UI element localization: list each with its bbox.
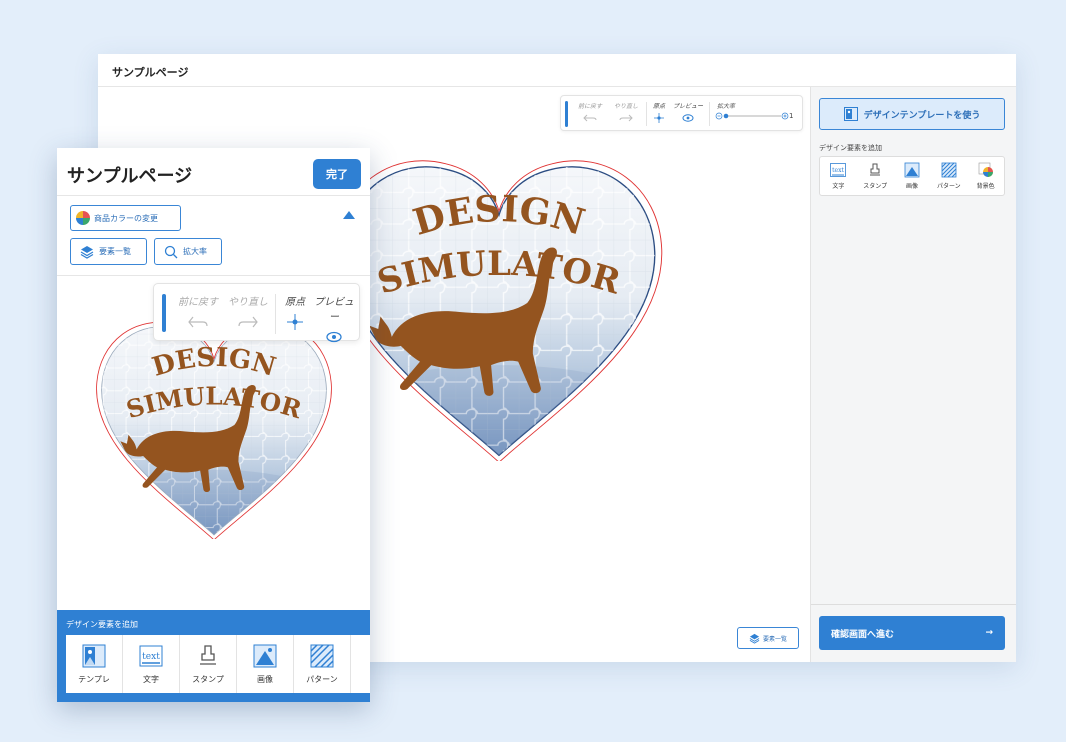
toolbar-divider (709, 102, 710, 126)
add-stamp-button[interactable]: スタンプ (180, 635, 237, 693)
undo-label: 前に戻す (178, 297, 218, 308)
origin-label: 原点 (652, 103, 665, 110)
heart-puzzle-design[interactable]: DESIGN SIMULATOR (326, 145, 672, 461)
add-text-label: 文字 (143, 674, 159, 684)
text-icon: text (830, 163, 847, 177)
add-elements-row: テンプレ text 文字 スタンプ 画像 パターン (66, 635, 370, 693)
collapse-caret-icon[interactable] (343, 211, 355, 219)
redo-icon (619, 114, 633, 122)
add-text-button[interactable]: text 文字 (820, 157, 857, 195)
mobile-heart-puzzle-design[interactable]: DESIGN SIMULATOR (90, 311, 338, 539)
toolbar-accent-bar (565, 101, 568, 127)
undo-icon (583, 114, 597, 122)
search-icon (164, 245, 178, 258)
elements-list-label: 要素一覧 (762, 635, 787, 643)
toolbar-divider (275, 294, 276, 334)
desktop-sidebar: デザインテンプレートを使う デザイン要素を追加 text 文字 スタンプ 画像 … (810, 87, 1016, 662)
eye-icon (682, 114, 694, 122)
mobile-origin-button[interactable]: 原点 (281, 293, 309, 330)
add-template-label: テンプレ (78, 674, 110, 684)
add-pattern-label: パターン (936, 183, 961, 190)
change-color-label: 商品カラーの変更 (94, 213, 158, 223)
text-icon: text (139, 645, 163, 666)
zoom-value: 1 (789, 112, 794, 120)
proceed-label: 確認画面へ進む (831, 629, 895, 640)
preview-button[interactable]: プレビュー (673, 101, 703, 123)
add-text-label: 文字 (832, 183, 845, 190)
add-pattern-button[interactable]: パターン (930, 157, 967, 195)
add-bgcolor-label: 背景色 (976, 183, 995, 190)
add-pattern-button[interactable]: パターン (294, 635, 351, 693)
pattern-icon (310, 643, 334, 668)
text-icon-glyph: text (833, 167, 845, 174)
add-stamp-label: スタンプ (192, 674, 224, 684)
stamp-icon (200, 644, 216, 665)
text-icon-glyph: text (142, 652, 160, 662)
mobile-elements-list-button[interactable]: 要素一覧 (70, 238, 147, 265)
add-bgcolor-button[interactable]: 背景色 (967, 157, 1004, 195)
stamp-icon (870, 163, 881, 176)
add-image-button[interactable]: 画像 (894, 157, 931, 195)
bgcolor-icon (978, 162, 993, 177)
page-title: サンプルページ (98, 54, 1016, 87)
origin-icon (654, 113, 664, 123)
add-elements-grid: text 文字 スタンプ 画像 パターン 背景色 (819, 156, 1005, 196)
redo-label: やり直し (613, 103, 638, 110)
add-elements-title: デザイン要素を追加 (66, 620, 138, 629)
zoom-button-label: 拡大率 (183, 247, 207, 256)
desktop-toolbar: 前に戻す やり直し 原点 プレビュー 拡大率 1 (560, 95, 803, 131)
pattern-icon (941, 162, 957, 178)
mobile-undo-button[interactable]: 前に戻す (174, 293, 222, 330)
elements-list-button[interactable]: 要素一覧 (737, 627, 799, 649)
add-text-button[interactable]: text 文字 (123, 635, 180, 693)
preview-label: プレビュー (673, 103, 704, 110)
image-icon (253, 644, 277, 667)
origin-label: 原点 (285, 297, 305, 308)
mobile-redo-button[interactable]: やり直し (224, 293, 272, 330)
add-image-label: 画像 (905, 183, 918, 190)
template-icon (843, 107, 858, 121)
mobile-page-title: サンプルページ (67, 166, 193, 187)
redo-label: やり直し (228, 297, 268, 308)
redo-icon (238, 316, 258, 328)
layers-icon (80, 245, 94, 259)
origin-button[interactable]: 原点 (649, 101, 669, 123)
use-template-button[interactable]: デザインテンプレートを使う (819, 98, 1005, 130)
zoom-button[interactable]: 拡大率 (154, 238, 222, 265)
eye-icon (326, 331, 342, 343)
add-elements-panel: デザイン要素を追加 テンプレ text 文字 スタンプ 画像 パターン (57, 610, 370, 702)
origin-icon (287, 314, 303, 330)
redo-button[interactable]: やり直し (609, 101, 643, 123)
mobile-window: サンプルページ 完了 商品カラーの変更 要素一覧 拡大率 DESIGN SIMU… (57, 148, 370, 702)
add-pattern-label: パターン (306, 674, 338, 684)
zoom-label: 拡大率 (717, 103, 736, 110)
color-wheel-icon (76, 211, 90, 225)
undo-icon (188, 316, 208, 328)
use-template-label: デザインテンプレートを使う (863, 110, 981, 121)
arrow-right-icon: → (985, 628, 993, 638)
toolbar-divider (646, 102, 647, 126)
done-button[interactable]: 完了 (313, 159, 361, 189)
divider (57, 195, 370, 196)
preview-label: プレビュー (314, 297, 354, 323)
mobile-toolbar: 前に戻す やり直し 原点 プレビュー (153, 283, 360, 343)
mobile-elements-list-label: 要素一覧 (99, 247, 131, 256)
add-template-button[interactable]: テンプレ (66, 635, 123, 693)
sidebar-divider (811, 604, 1016, 605)
change-color-button[interactable]: 商品カラーの変更 (70, 205, 181, 231)
zoom-slider[interactable] (715, 111, 799, 121)
image-icon (904, 162, 920, 178)
mobile-preview-button[interactable]: プレビュー (314, 293, 354, 345)
add-image-label: 画像 (257, 674, 273, 684)
layers-icon (749, 633, 760, 644)
add-stamp-label: スタンプ (863, 183, 888, 190)
toolbar-accent-bar (162, 294, 166, 332)
add-stamp-button[interactable]: スタンプ (857, 157, 894, 195)
proceed-to-confirm-button[interactable]: 確認画面へ進む → (819, 616, 1005, 650)
add-image-button[interactable]: 画像 (237, 635, 294, 693)
undo-label: 前に戻す (577, 103, 602, 110)
undo-button[interactable]: 前に戻す (573, 101, 607, 123)
add-elements-title: デザイン要素を追加 (819, 144, 882, 152)
template-icon (82, 644, 106, 667)
